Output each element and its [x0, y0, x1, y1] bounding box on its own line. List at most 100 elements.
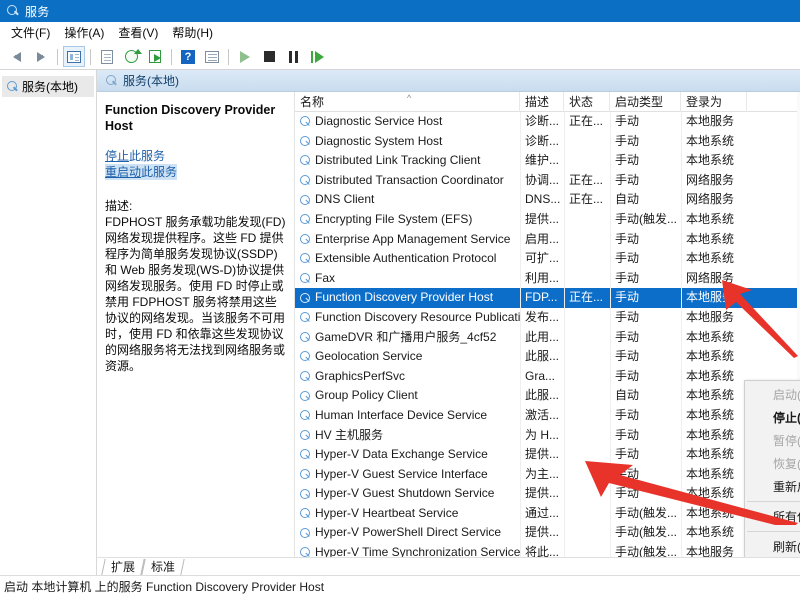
cell-status: 正在... [564, 288, 610, 308]
service-name-text: Hyper-V Time Synchronization Service [315, 543, 520, 557]
context-menu-item[interactable]: 所有任务(K)› [745, 505, 800, 528]
service-gear-icon [299, 253, 311, 265]
tab-standard[interactable]: 标准 [141, 559, 184, 575]
restart-link-suffix: 此服务 [141, 165, 177, 179]
cell-service-name: Function Discovery Resource Publication [295, 308, 520, 328]
service-name-text: Function Discovery Provider Host [315, 288, 493, 308]
cell-description: 利用... [520, 269, 564, 289]
export-list-icon[interactable] [144, 46, 166, 67]
context-menu-item[interactable]: 停止(O) [745, 406, 800, 429]
table-row[interactable]: Human Interface Device Service激活...手动本地系… [295, 406, 800, 426]
service-detail-pane: Function Discovery Provider Host 停止此服务 重… [97, 92, 295, 557]
properties-icon[interactable] [96, 46, 118, 67]
start-service-icon[interactable] [234, 46, 256, 67]
table-row[interactable]: Distributed Link Tracking Client维护...手动本… [295, 151, 800, 171]
cell-description: 将此... [520, 543, 564, 557]
table-row[interactable]: Encrypting File System (EFS)提供...手动(触发..… [295, 210, 800, 230]
menu-help[interactable]: 帮助(H) [169, 22, 224, 43]
menu-action[interactable]: 操作(A) [61, 22, 115, 43]
cell-status [564, 347, 610, 367]
status-bar-text: 启动 本地计算机 上的服务 Function Discovery Provide… [4, 578, 324, 595]
cell-logon-as: 本地系统 [681, 386, 747, 406]
refresh-icon[interactable] [120, 46, 142, 67]
restart-service-icon[interactable] [306, 46, 328, 67]
cell-service-name: Distributed Transaction Coordinator [295, 171, 520, 191]
cell-startup-type: 手动(触发... [610, 543, 681, 557]
sort-ascending-icon: ^ [407, 93, 411, 103]
forward-arrow-icon[interactable] [30, 46, 52, 67]
toolbar: ? [0, 44, 800, 70]
table-row[interactable]: Hyper-V Guest Shutdown Service提供...手动本地系… [295, 484, 800, 504]
cell-description: 协调... [520, 171, 564, 191]
cell-service-name: Geolocation Service [295, 347, 520, 367]
table-row[interactable]: DNS ClientDNS...正在...自动网络服务 [295, 190, 800, 210]
description-label: 描述: [105, 198, 288, 214]
cell-service-name: Hyper-V Heartbeat Service [295, 504, 520, 524]
stop-link-suffix: 此服务 [129, 149, 165, 163]
table-row[interactable]: Distributed Transaction Coordinator协调...… [295, 171, 800, 191]
service-gear-icon [299, 155, 311, 167]
pause-service-icon[interactable] [282, 46, 304, 67]
table-row[interactable]: Geolocation Service此服...手动本地系统 [295, 347, 800, 367]
toolbar-separator [228, 49, 229, 65]
service-name-text: Human Interface Device Service [315, 406, 487, 426]
table-row[interactable]: Function Discovery Resource Publication发… [295, 308, 800, 328]
services-list-body: Diagnostic Service Host诊断...正在...手动本地服务D… [295, 112, 800, 557]
context-menu-item[interactable]: 刷新(F) [745, 535, 800, 557]
cell-description: 激活... [520, 406, 564, 426]
cell-startup-type: 手动 [610, 288, 681, 308]
table-row[interactable]: GameDVR 和广播用户服务_4cf52此用...手动本地系统 [295, 328, 800, 348]
table-row-selected[interactable]: Function Discovery Provider HostFDP...正在… [295, 288, 800, 308]
cell-status [564, 465, 610, 485]
cell-service-name: Function Discovery Provider Host [295, 288, 520, 308]
table-row[interactable]: Hyper-V Data Exchange Service提供...手动本地系统 [295, 445, 800, 465]
table-row[interactable]: Fax利用...手动网络服务 [295, 269, 800, 289]
cell-status [564, 543, 610, 557]
service-gear-icon [299, 116, 311, 128]
service-name-text: Distributed Link Tracking Client [315, 151, 480, 171]
table-row[interactable]: Hyper-V PowerShell Direct Service提供...手动… [295, 523, 800, 543]
column-header-startup[interactable]: 启动类型 [610, 92, 681, 112]
tree-node-services-local[interactable]: 服务(本地) [2, 76, 94, 97]
show-hide-tree-icon[interactable] [63, 46, 85, 67]
tab-extended[interactable]: 扩展 [101, 559, 144, 575]
help-icon[interactable]: ? [177, 46, 199, 67]
stop-service-icon[interactable] [258, 46, 280, 67]
cell-logon-as: 本地服务 [681, 112, 747, 132]
stop-service-link[interactable]: 停止此服务 [105, 148, 288, 164]
table-row[interactable]: Enterprise App Management Service启用...手动… [295, 230, 800, 250]
table-row[interactable]: GraphicsPerfSvcGra...手动本地系统 [295, 367, 800, 387]
list-column-header: 名称 描述 状态 启动类型 登录为 ^ [295, 92, 800, 112]
context-menu-item[interactable]: 重新启动(E) [745, 475, 800, 498]
cell-description: DNS... [520, 190, 564, 210]
menu-view[interactable]: 查看(V) [115, 22, 169, 43]
services-icon [6, 4, 20, 18]
table-row[interactable]: Extensible Authentication Protocol可扩...手… [295, 249, 800, 269]
column-header-logon[interactable]: 登录为 [681, 92, 747, 112]
table-row[interactable]: Hyper-V Heartbeat Service通过...手动(触发...本地… [295, 504, 800, 524]
back-arrow-icon[interactable] [6, 46, 28, 67]
column-header-desc[interactable]: 描述 [520, 92, 564, 112]
content-pane: 服务(本地) Function Discovery Provider Host … [97, 70, 800, 575]
table-row[interactable]: Diagnostic System Host诊断...手动本地系统 [295, 132, 800, 152]
list-view-icon[interactable] [201, 46, 223, 67]
cell-service-name: Distributed Link Tracking Client [295, 151, 520, 171]
cell-description: 为 H... [520, 426, 564, 446]
table-row[interactable]: Hyper-V Guest Service Interface为主...手动本地… [295, 465, 800, 485]
context-menu-item: 暂停(U) [745, 429, 800, 452]
view-tabs: 扩展 标准 [97, 557, 800, 575]
cell-startup-type: 手动 [610, 112, 681, 132]
cell-service-name: Hyper-V PowerShell Direct Service [295, 523, 520, 543]
table-row[interactable]: Group Policy Client此服...自动本地系统 [295, 386, 800, 406]
column-header-status[interactable]: 状态 [564, 92, 610, 112]
cell-status [564, 210, 610, 230]
menu-file[interactable]: 文件(F) [8, 22, 61, 43]
restart-service-link[interactable]: 重启动此服务 [105, 164, 177, 180]
table-row[interactable]: HV 主机服务为 H...手动本地系统 [295, 426, 800, 446]
cell-status [564, 386, 610, 406]
table-row[interactable]: Hyper-V Time Synchronization Service将此..… [295, 543, 800, 557]
cell-logon-as: 网络服务 [681, 190, 747, 210]
service-gear-icon [299, 273, 311, 285]
table-row[interactable]: Diagnostic Service Host诊断...正在...手动本地服务 [295, 112, 800, 132]
service-name-text: Fax [315, 269, 335, 289]
